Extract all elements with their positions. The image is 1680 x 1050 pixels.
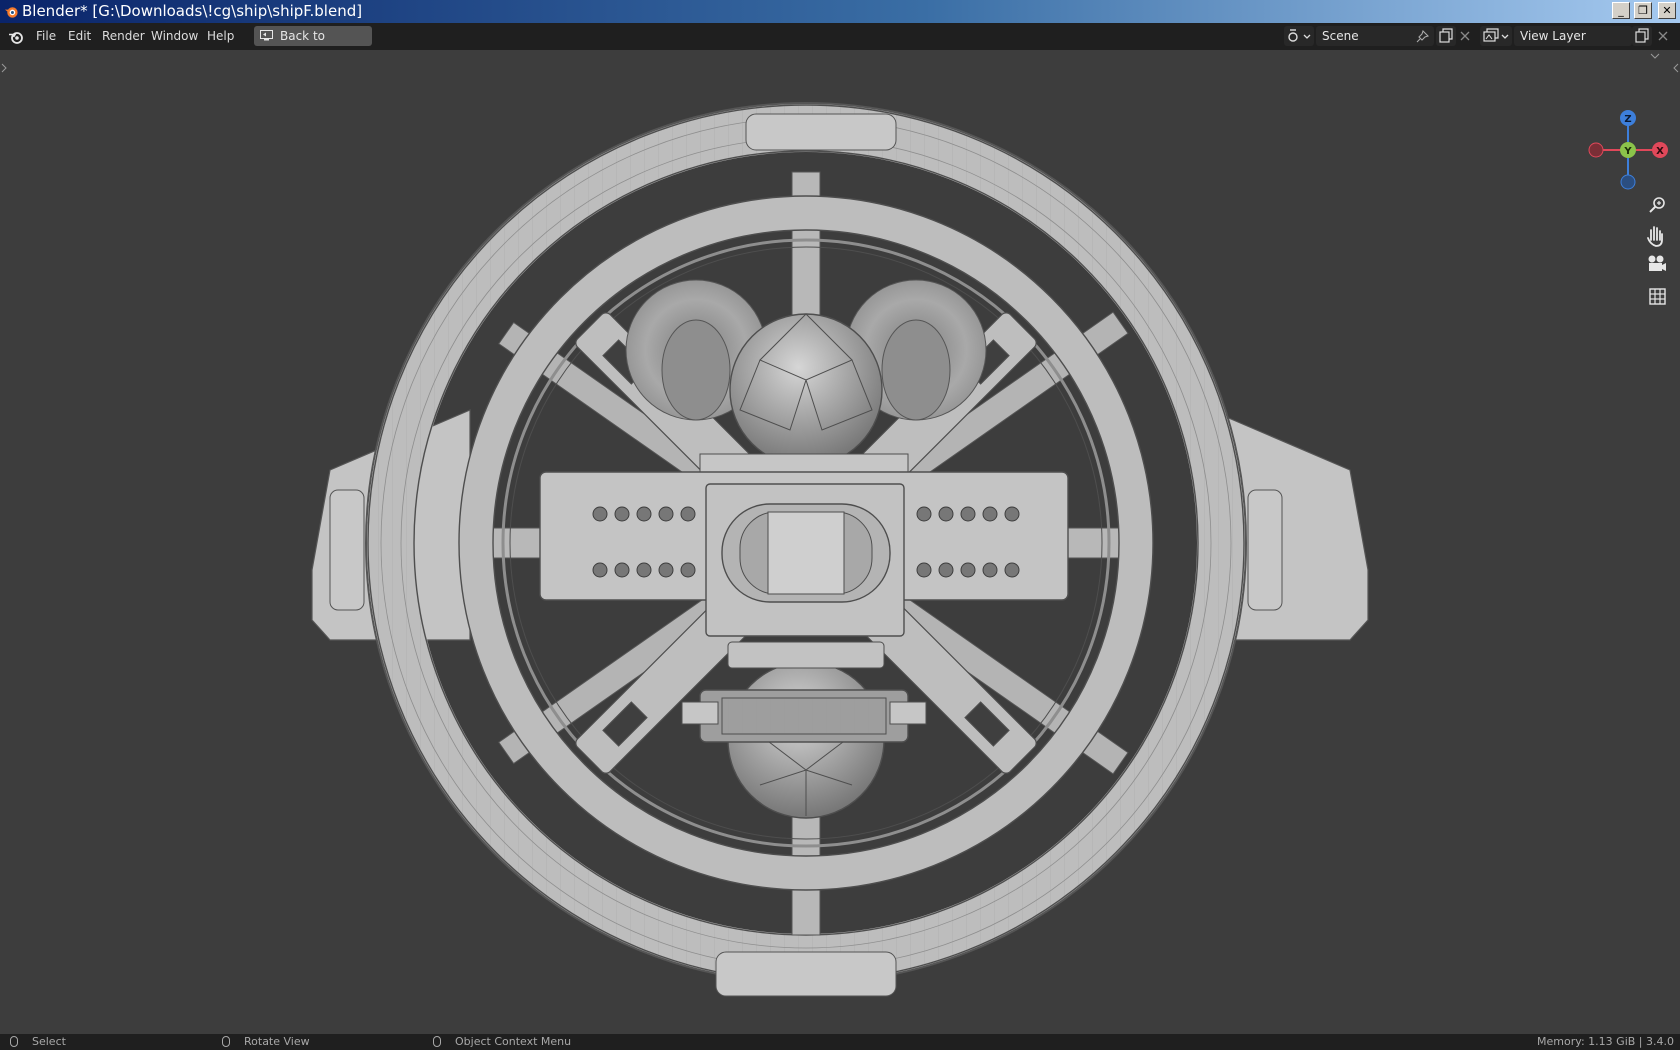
gizmo-z-label: Z [1624, 114, 1631, 125]
mouse-left-icon [10, 1036, 18, 1047]
view-layer-name-field[interactable]: View Layer [1514, 26, 1632, 46]
3d-viewport[interactable]: X Z Y [0, 50, 1680, 1034]
new-scene-button[interactable] [1436, 26, 1456, 46]
delete-view-layer-button[interactable] [1656, 29, 1670, 43]
left-region-toggle-icon[interactable] [1, 63, 7, 73]
window-titlebar: Blender* [G:\Downloads\!cg\ship\shipF.bl… [0, 0, 1680, 23]
collapse-arrow-icon[interactable] [1650, 53, 1660, 59]
scene-icon [1288, 29, 1311, 42]
scene-name-value: Scene [1322, 29, 1359, 43]
spaceship-model[interactable] [311, 102, 1369, 997]
camera-icon[interactable] [1648, 255, 1667, 272]
menu-file[interactable]: File [36, 29, 56, 44]
view-layer-browse-button[interactable] [1480, 26, 1512, 46]
status-select-label: Select [32, 1035, 66, 1048]
right-region-toggle-icon[interactable] [1673, 63, 1679, 73]
viewport-canvas[interactable]: X Z Y [0, 50, 1680, 1034]
x-close-icon [1460, 31, 1470, 41]
minimize-button[interactable]: _ [1612, 2, 1630, 19]
window-title: Blender* [G:\Downloads\!cg\ship\shipF.bl… [22, 2, 363, 20]
status-bar: Select Rotate View Object Context Menu M… [0, 1034, 1680, 1050]
menu-window[interactable]: Window [151, 29, 198, 44]
image-layers-icon [1483, 28, 1509, 42]
status-context: Object Context Menu [433, 1034, 571, 1050]
x-close-icon [1658, 31, 1668, 41]
grid-icon[interactable] [1649, 288, 1666, 305]
menu-help[interactable]: Help [207, 29, 234, 44]
gizmo-neg-x[interactable] [1588, 142, 1604, 158]
new-view-layer-button[interactable] [1632, 26, 1652, 46]
status-memory: Memory: 1.13 GiB | 3.4.0 [1537, 1035, 1674, 1048]
pin-icon[interactable] [1416, 30, 1429, 43]
restore-icon: ❐ [1638, 4, 1648, 17]
status-select: Select [10, 1034, 66, 1050]
close-icon: ✕ [1662, 4, 1672, 17]
view-layer-name-value: View Layer [1520, 29, 1586, 43]
minimize-icon: _ [1618, 4, 1624, 17]
back-to-previous-button[interactable]: Back to Previous [254, 26, 372, 63]
menu-edit[interactable]: Edit [68, 29, 91, 44]
scene-browse-button[interactable] [1284, 26, 1314, 46]
gizmo-x-label: X [1656, 146, 1664, 157]
screen-back-icon [260, 30, 273, 41]
blender-app-icon [4, 7, 18, 18]
duplicate-icon [1635, 28, 1649, 43]
blender-menu-icon[interactable] [8, 29, 24, 45]
gizmo-y-label: Y [1623, 146, 1632, 157]
top-menubar: File Edit Render Window Help Back to Pre… [0, 23, 1680, 63]
hand-pan-icon[interactable] [1647, 226, 1663, 247]
close-window-button[interactable]: ✕ [1658, 2, 1676, 19]
duplicate-icon [1439, 28, 1453, 43]
status-rotate: Rotate View [222, 1034, 310, 1050]
restore-button[interactable]: ❐ [1634, 2, 1652, 19]
gizmo-neg-z[interactable] [1620, 174, 1636, 190]
delete-scene-button[interactable] [1458, 29, 1472, 43]
mouse-middle-icon [222, 1036, 230, 1047]
zoom-icon[interactable] [1644, 192, 1670, 218]
status-rotate-label: Rotate View [244, 1035, 310, 1048]
status-context-label: Object Context Menu [455, 1035, 572, 1048]
menu-render[interactable]: Render [102, 29, 145, 44]
scene-name-field[interactable]: Scene [1316, 26, 1434, 46]
navigation-gizmo[interactable]: X Z Y [1588, 110, 1668, 190]
mouse-right-icon [433, 1036, 441, 1047]
